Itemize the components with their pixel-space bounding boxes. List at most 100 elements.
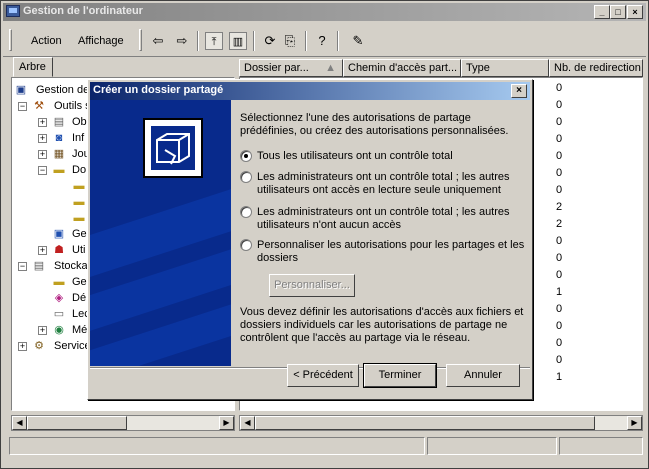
device-manager-icon: ▣	[53, 228, 65, 240]
refresh-icon[interactable]: ⟳	[261, 32, 279, 50]
storage-icon: ▤	[33, 260, 45, 272]
toolbar: Action Affichage ⇦ ⇨ ⤒ ▥ ⟳ ⎘ ? ✎	[3, 23, 646, 57]
cancel-button[interactable]: Annuler	[446, 364, 520, 387]
radio-button[interactable]	[240, 239, 252, 251]
expand-icon[interactable]: +	[38, 326, 47, 335]
column-header-chemin[interactable]: Chemin d'accès part...	[343, 59, 461, 77]
expand-icon[interactable]: +	[38, 246, 47, 255]
toolbar-grip-2[interactable]	[139, 29, 142, 51]
status-panel	[9, 437, 425, 455]
services-icon: ⚙	[34, 340, 44, 352]
computer-management-icon	[6, 5, 20, 17]
system-info-icon: ◙	[55, 132, 63, 144]
dialog-note-text: Vous devez définir les autorisations d'a…	[240, 306, 524, 344]
toolbar-separator	[253, 31, 255, 51]
scroll-thumb[interactable]	[255, 416, 595, 430]
minimize-button[interactable]: _	[594, 5, 610, 19]
scroll-right-icon[interactable]: ▶	[219, 416, 234, 430]
expand-icon[interactable]: +	[38, 150, 47, 159]
list-cell: 0	[556, 99, 563, 111]
wizard-banner-image	[90, 100, 231, 366]
event-viewer-icon: ▤	[53, 116, 65, 128]
scroll-left-icon[interactable]: ◀	[12, 416, 27, 430]
users-icon: ☗	[54, 244, 64, 256]
list-cell: 0	[556, 252, 563, 264]
status-bar	[3, 437, 646, 457]
list-cell: 0	[556, 82, 563, 94]
toolbar-grip[interactable]	[9, 29, 12, 51]
list-cell: 0	[556, 269, 563, 281]
back-arrow-icon[interactable]: ⇦	[149, 32, 167, 50]
new-share-icon[interactable]: ✎	[349, 32, 367, 50]
column-header-type[interactable]: Type	[461, 59, 549, 77]
logs-icon: ▦	[53, 148, 65, 160]
column-header-dossier[interactable]: Dossier par... ▲	[239, 59, 343, 77]
help-icon[interactable]: ?	[313, 32, 331, 50]
forward-arrow-icon[interactable]: ⇨	[173, 32, 191, 50]
list-cell: 0	[556, 354, 563, 366]
radio-button[interactable]	[240, 171, 252, 183]
folder-icon: ▬	[53, 276, 65, 288]
list-cell: 0	[556, 303, 563, 315]
status-panel	[559, 437, 643, 455]
window-title: Gestion de l'ordinateur	[23, 5, 143, 17]
shared-folders-icon: ▬	[53, 164, 65, 176]
maximize-button[interactable]: □	[610, 5, 626, 19]
status-panel	[427, 437, 557, 455]
list-cell: 0	[556, 337, 563, 349]
expand-icon[interactable]: +	[38, 118, 47, 127]
customize-button[interactable]: Personnaliser...	[269, 274, 355, 297]
tree-hscrollbar[interactable]: ◀ ▶	[11, 415, 235, 431]
show-tree-icon[interactable]: ▥	[229, 32, 247, 50]
sort-arrow-icon: ▲	[325, 62, 336, 74]
list-cell: 1	[556, 371, 563, 383]
toolbar-separator	[337, 31, 339, 51]
title-bar[interactable]: Gestion de l'ordinateur _ □ ×	[3, 3, 646, 21]
column-header-redirection[interactable]: Nb. de redirection	[549, 59, 643, 77]
expand-icon[interactable]: +	[18, 342, 27, 351]
list-cell: 0	[556, 116, 563, 128]
list-cell: 1	[556, 286, 563, 298]
toolbar-separator	[197, 31, 199, 51]
scroll-left-icon[interactable]: ◀	[240, 416, 255, 430]
radio-button[interactable]	[240, 206, 252, 218]
close-button[interactable]: ×	[627, 5, 643, 19]
removable-storage-icon: ◉	[54, 324, 64, 336]
toolbar-separator	[305, 31, 307, 51]
tab-arbre[interactable]: Arbre	[13, 57, 53, 77]
collapse-icon[interactable]: −	[18, 102, 27, 111]
scroll-right-icon[interactable]: ▶	[627, 416, 642, 430]
list-cell: 2	[556, 201, 563, 213]
up-folder-icon[interactable]: ⤒	[205, 32, 223, 50]
dialog-title: Créer un dossier partagé	[93, 84, 224, 96]
shared-folder-icon	[143, 118, 203, 178]
menu-affichage[interactable]: Affichage	[78, 35, 124, 47]
list-hscrollbar[interactable]: ◀ ▶	[239, 415, 643, 431]
list-cell: 0	[556, 235, 563, 247]
drive-icon: ▭	[53, 308, 65, 320]
dialog-title-bar[interactable]: Créer un dossier partagé ×	[90, 82, 530, 100]
column-headers: Dossier par... ▲ Chemin d'accès part... T…	[239, 59, 643, 77]
dialog-close-button[interactable]: ×	[511, 84, 527, 98]
list-cell: 2	[556, 218, 563, 230]
menu-action[interactable]: Action	[31, 35, 62, 47]
expand-icon[interactable]: +	[38, 134, 47, 143]
finish-button[interactable]: Terminer	[363, 363, 437, 388]
collapse-icon[interactable]: −	[38, 166, 47, 175]
list-cell: 0	[556, 320, 563, 332]
scroll-thumb[interactable]	[27, 416, 127, 430]
folder-icon: ▬	[73, 196, 85, 208]
export-list-icon[interactable]: ⎘	[281, 32, 299, 50]
defrag-icon: ◈	[54, 292, 64, 304]
list-cell: 0	[556, 150, 563, 162]
radio-button[interactable]	[240, 150, 252, 162]
back-button[interactable]: < Précédent	[287, 364, 359, 387]
computer-management-icon: ▣	[15, 84, 27, 96]
create-shared-folder-dialog: Créer un dossier partagé × Sélectionnez …	[87, 79, 533, 400]
list-cell: 0	[556, 167, 563, 179]
dialog-intro-text: Sélectionnez l'une des autorisations de …	[240, 112, 509, 137]
tools-icon: ⚒	[34, 100, 44, 112]
collapse-icon[interactable]: −	[18, 262, 27, 271]
list-cell: 0	[556, 184, 563, 196]
folder-icon: ▬	[73, 180, 85, 192]
